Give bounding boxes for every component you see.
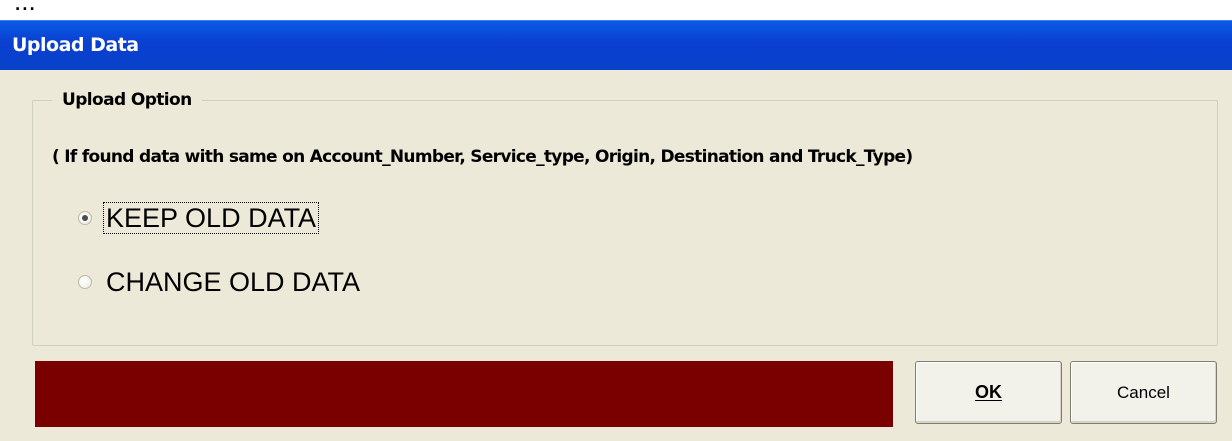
groupbox-legend: Upload Option (52, 90, 202, 110)
change-old-data-option[interactable]: CHANGE OLD DATA (78, 265, 362, 299)
cancel-button[interactable]: Cancel (1070, 361, 1217, 424)
window-title: Upload Data (12, 34, 139, 56)
change-old-data-label[interactable]: CHANGE OLD DATA (104, 267, 362, 297)
keep-old-data-radio[interactable] (78, 211, 92, 225)
cancel-button-label: Cancel (1117, 382, 1170, 402)
radio-selected-dot (82, 215, 88, 221)
title-bar[interactable]: Upload Data (0, 20, 1232, 70)
keep-old-data-label[interactable]: KEEP OLD DATA (102, 202, 320, 234)
status-panel (35, 361, 893, 427)
background-window-strip: ... (0, 0, 1232, 20)
change-old-data-radio[interactable] (78, 275, 92, 289)
upload-data-dialog: Upload Data Upload Option ( If found dat… (0, 20, 1232, 441)
background-text: ... (14, 0, 36, 16)
duplicate-rule-note: ( If found data with same on Account_Num… (52, 147, 913, 167)
keep-old-data-option[interactable]: KEEP OLD DATA (78, 201, 320, 235)
ok-button[interactable]: OK (915, 361, 1062, 424)
ok-button-label: OK (975, 382, 1002, 402)
